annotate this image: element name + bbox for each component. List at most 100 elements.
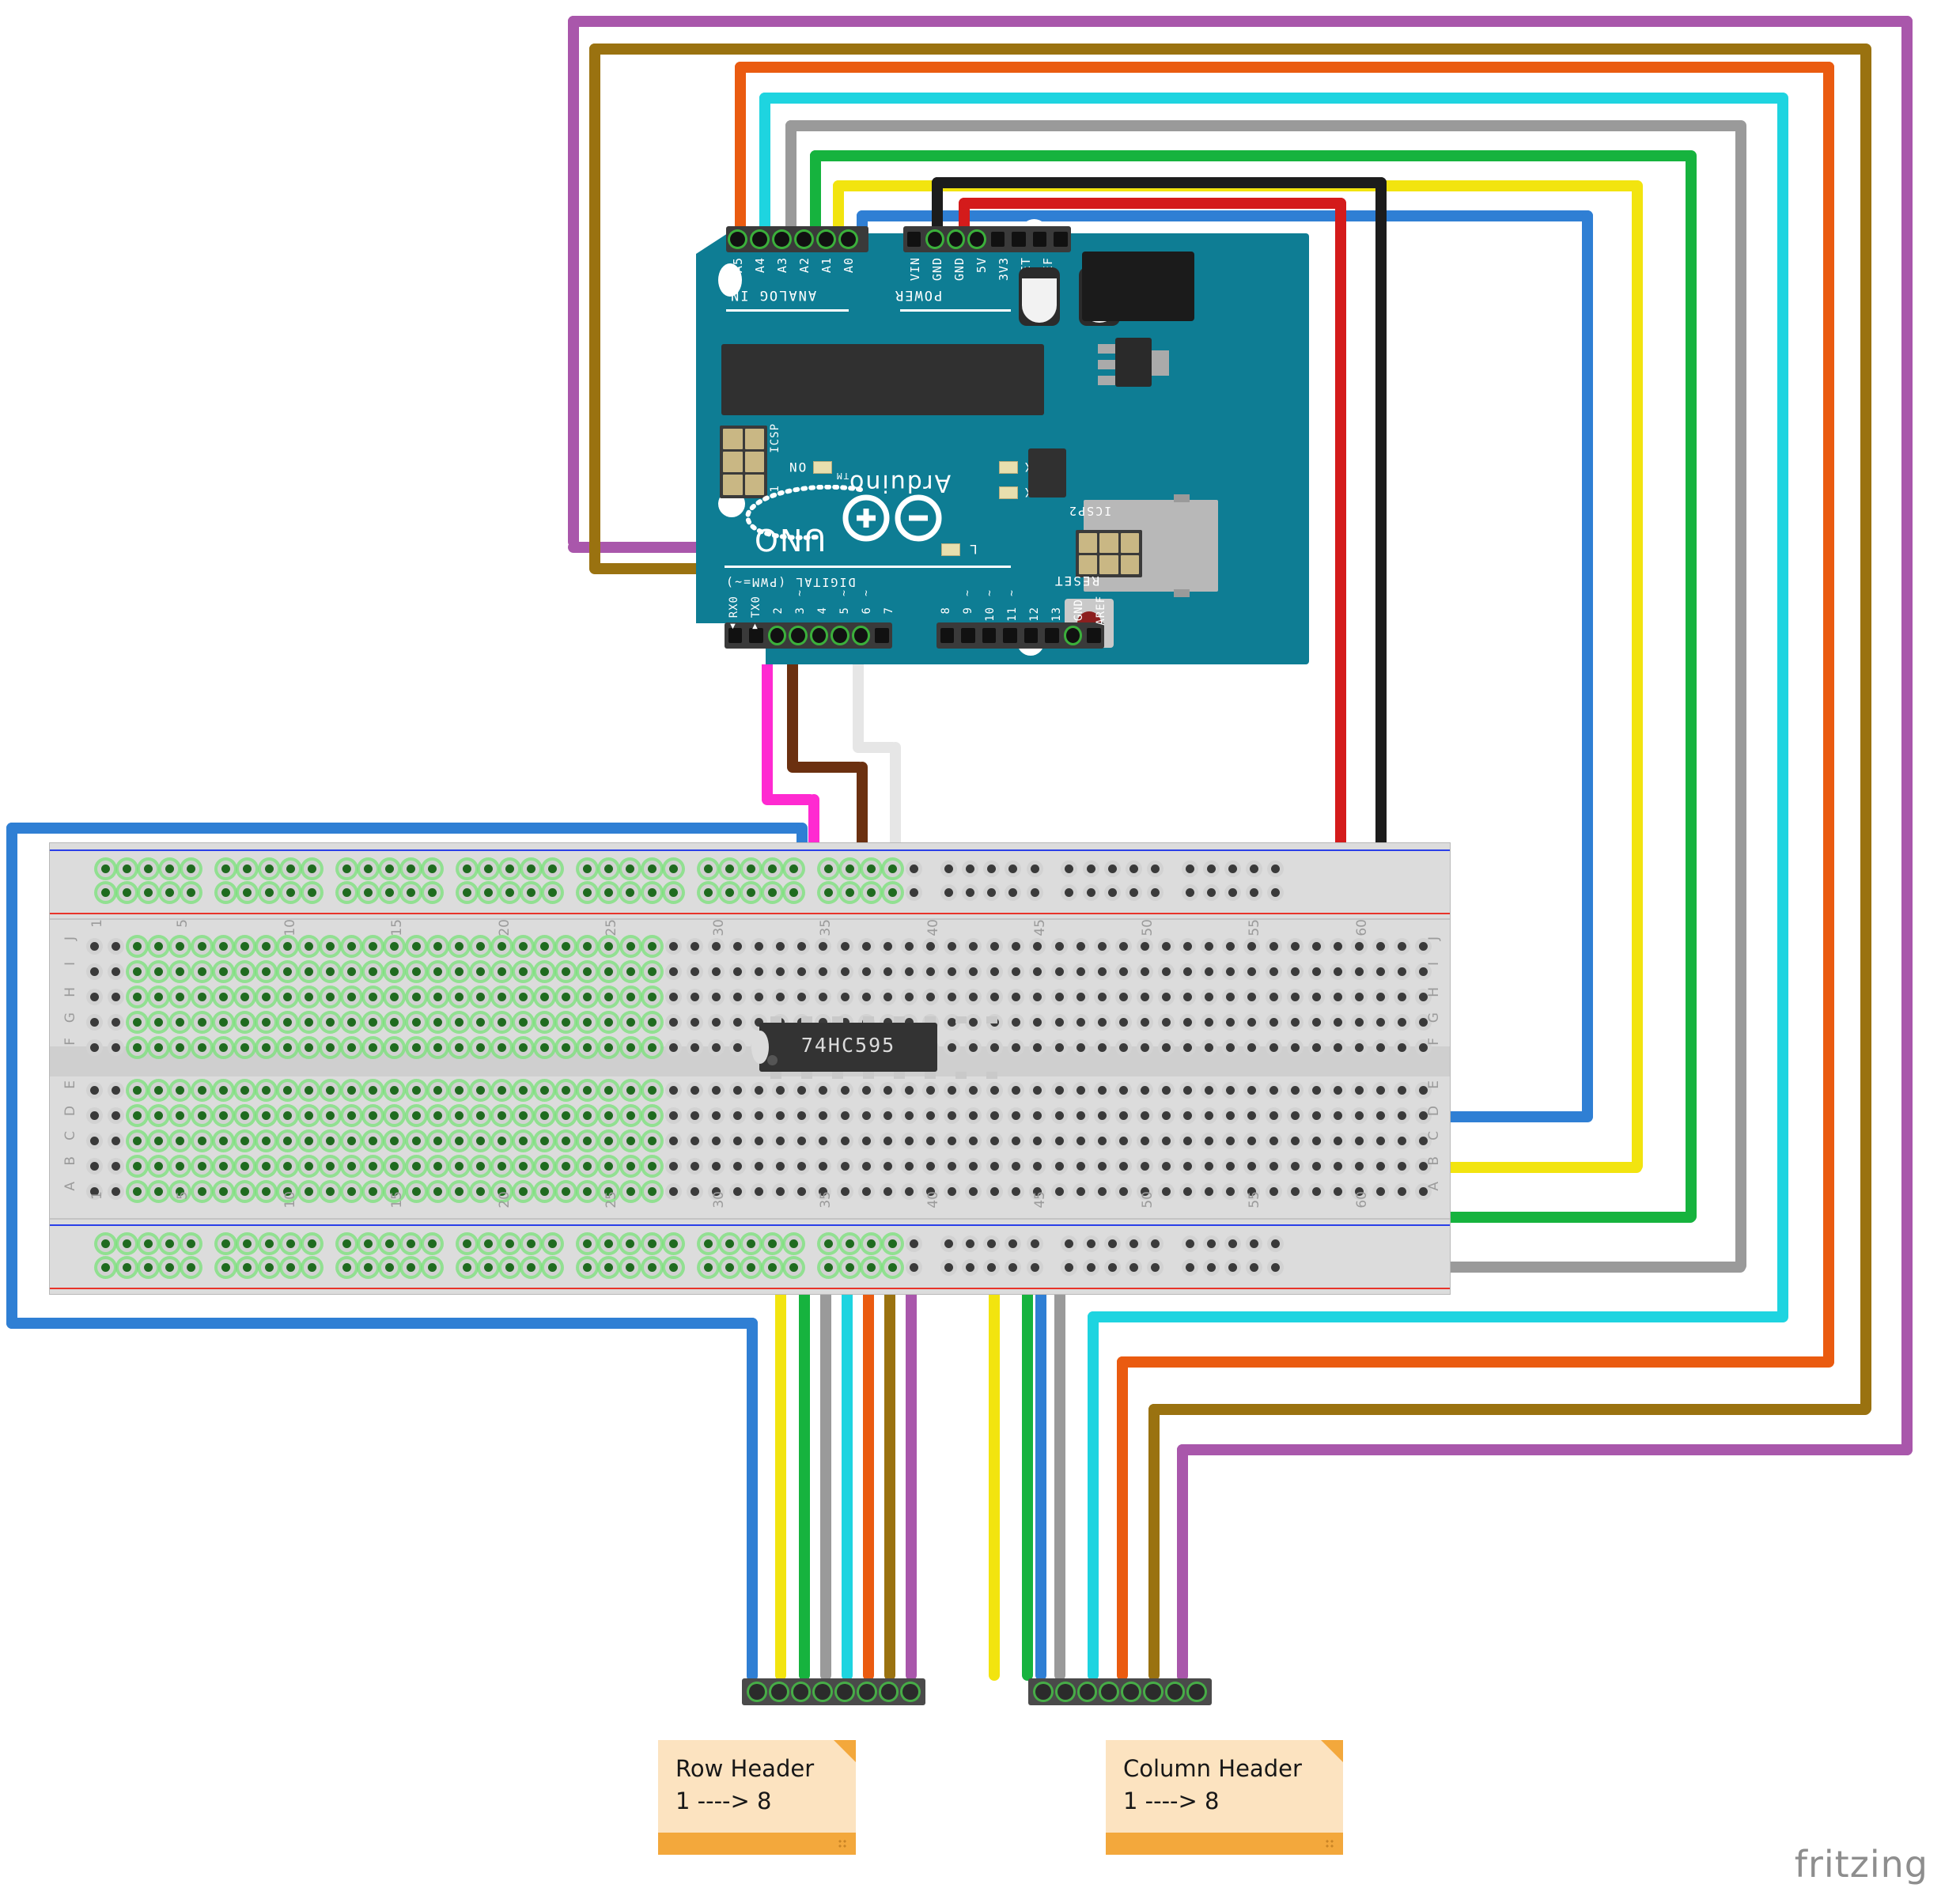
breadboard-hole[interactable] [386, 1133, 403, 1149]
breadboard-hole[interactable] [793, 1183, 811, 1200]
breadboard-hole[interactable] [1026, 1235, 1043, 1252]
breadboard-hole[interactable] [193, 1014, 210, 1031]
digital-pin-9[interactable] [961, 628, 975, 643]
breadboard-hole[interactable] [879, 1183, 896, 1200]
breadboard-hole[interactable] [664, 1082, 682, 1099]
breadboard-hole[interactable] [1072, 1082, 1089, 1099]
breadboard-hole[interactable] [699, 884, 717, 901]
breadboard-hole[interactable] [841, 1235, 858, 1252]
breadboard-hole[interactable] [129, 1014, 146, 1031]
breadboard-hole[interactable] [172, 1082, 189, 1099]
breadboard-hole[interactable] [879, 963, 896, 980]
breadboard-hole[interactable] [1136, 1107, 1153, 1124]
breadboard-hole[interactable] [1350, 1082, 1368, 1099]
breadboard-hole[interactable] [1202, 884, 1220, 901]
breadboard-hole[interactable] [884, 1259, 902, 1276]
breadboard-hole[interactable] [707, 1082, 725, 1099]
breadboard-hole[interactable] [429, 938, 446, 955]
breadboard-hole[interactable] [386, 1014, 403, 1031]
breadboard-hole[interactable] [343, 938, 361, 955]
breadboard-hole[interactable] [785, 1259, 802, 1276]
breadboard-hole[interactable] [322, 1014, 339, 1031]
breadboard-hole[interactable] [751, 1183, 768, 1200]
breadboard-hole[interactable] [172, 963, 189, 980]
breadboard-hole[interactable] [1267, 1259, 1285, 1276]
breadboard-hole[interactable] [536, 1158, 554, 1175]
breadboard-hole[interactable] [214, 1158, 232, 1175]
breadboard-hole[interactable] [884, 861, 902, 877]
breadboard-hole[interactable] [407, 1014, 425, 1031]
breadboard-hole[interactable] [983, 1235, 1001, 1252]
breadboard-hole[interactable] [857, 938, 875, 955]
breadboard-hole[interactable] [1415, 938, 1432, 955]
breadboard-hole[interactable] [921, 1158, 939, 1175]
breadboard-hole[interactable] [257, 1014, 274, 1031]
breadboard-hole[interactable] [86, 989, 103, 1005]
breadboard-hole[interactable] [1329, 963, 1346, 980]
breadboard-hole[interactable] [1136, 989, 1153, 1005]
breadboard-hole[interactable] [921, 1133, 939, 1149]
breadboard-hole[interactable] [944, 1183, 960, 1200]
breadboard-hole[interactable] [1265, 938, 1282, 955]
breadboard-hole[interactable] [1158, 1014, 1175, 1031]
digital-pin-2[interactable] [770, 628, 784, 643]
breadboard-hole[interactable] [97, 884, 114, 901]
breadboard-hole[interactable] [536, 938, 554, 955]
breadboard-hole[interactable] [338, 1235, 355, 1252]
breadboard-hole[interactable] [836, 963, 853, 980]
breadboard-hole[interactable] [579, 1235, 596, 1252]
breadboard-hole[interactable] [1179, 1014, 1197, 1031]
breadboard-hole[interactable] [278, 1133, 296, 1149]
breadboard-hole[interactable] [458, 884, 475, 901]
breadboard-hole[interactable] [819, 884, 837, 901]
breadboard-hole[interactable] [1286, 1133, 1304, 1149]
breadboard-hole[interactable] [365, 1082, 382, 1099]
breadboard-hole[interactable] [236, 1082, 253, 1099]
breadboard-hole[interactable] [643, 1259, 660, 1276]
breadboard-hole[interactable] [643, 1107, 660, 1124]
breadboard-hole[interactable] [260, 1259, 278, 1276]
breadboard-hole[interactable] [1008, 1082, 1025, 1099]
breadboard-hole[interactable] [1394, 1039, 1411, 1056]
breadboard-hole[interactable] [161, 884, 179, 901]
breadboard-hole[interactable] [278, 1158, 296, 1175]
breadboard-hole[interactable] [600, 1235, 618, 1252]
breadboard-hole[interactable] [686, 1107, 703, 1124]
breadboard-hole[interactable] [129, 1082, 146, 1099]
breadboard-hole[interactable] [257, 1107, 274, 1124]
breadboard-hole[interactable] [544, 861, 562, 877]
breadboard-hole[interactable] [793, 1133, 811, 1149]
breadboard-hole[interactable] [1307, 1039, 1325, 1056]
breadboard-hole[interactable] [579, 989, 596, 1005]
breadboard-hole[interactable] [1265, 1014, 1282, 1031]
breadboard-hole[interactable] [150, 1158, 168, 1175]
breadboard-hole[interactable] [1246, 1235, 1263, 1252]
breadboard-hole[interactable] [343, 1183, 361, 1200]
row-header-pin-1[interactable] [749, 1684, 765, 1700]
breadboard-hole[interactable] [515, 989, 532, 1005]
breadboard-hole[interactable] [707, 1133, 725, 1149]
breadboard-hole[interactable] [558, 1183, 575, 1200]
breadboard-hole[interactable] [1286, 1107, 1304, 1124]
breadboard-hole[interactable] [193, 989, 210, 1005]
breadboard-hole[interactable] [214, 938, 232, 955]
breadboard-hole[interactable] [150, 1107, 168, 1124]
power-pin-gnd-2[interactable] [948, 232, 963, 247]
breadboard-hole[interactable] [450, 938, 467, 955]
breadboard-hole[interactable] [664, 1259, 682, 1276]
breadboard-hole[interactable] [643, 1158, 660, 1175]
analog-pin-a1[interactable] [818, 232, 834, 247]
breadboard-hole[interactable] [1061, 884, 1078, 901]
breadboard-hole[interactable] [1114, 1039, 1132, 1056]
breadboard-hole[interactable] [303, 1235, 320, 1252]
breadboard-hole[interactable] [1329, 989, 1346, 1005]
breadboard-hole[interactable] [278, 938, 296, 955]
digital-pin-8[interactable] [940, 628, 954, 643]
column-header-pin-6[interactable] [1145, 1684, 1161, 1700]
breadboard-hole[interactable] [1050, 1082, 1068, 1099]
breadboard-hole[interactable] [119, 1235, 136, 1252]
breadboard-hole[interactable] [343, 963, 361, 980]
breadboard-hole[interactable] [1061, 1259, 1078, 1276]
breadboard-hole[interactable] [1082, 1235, 1099, 1252]
power-pin-reset[interactable] [1012, 232, 1026, 247]
